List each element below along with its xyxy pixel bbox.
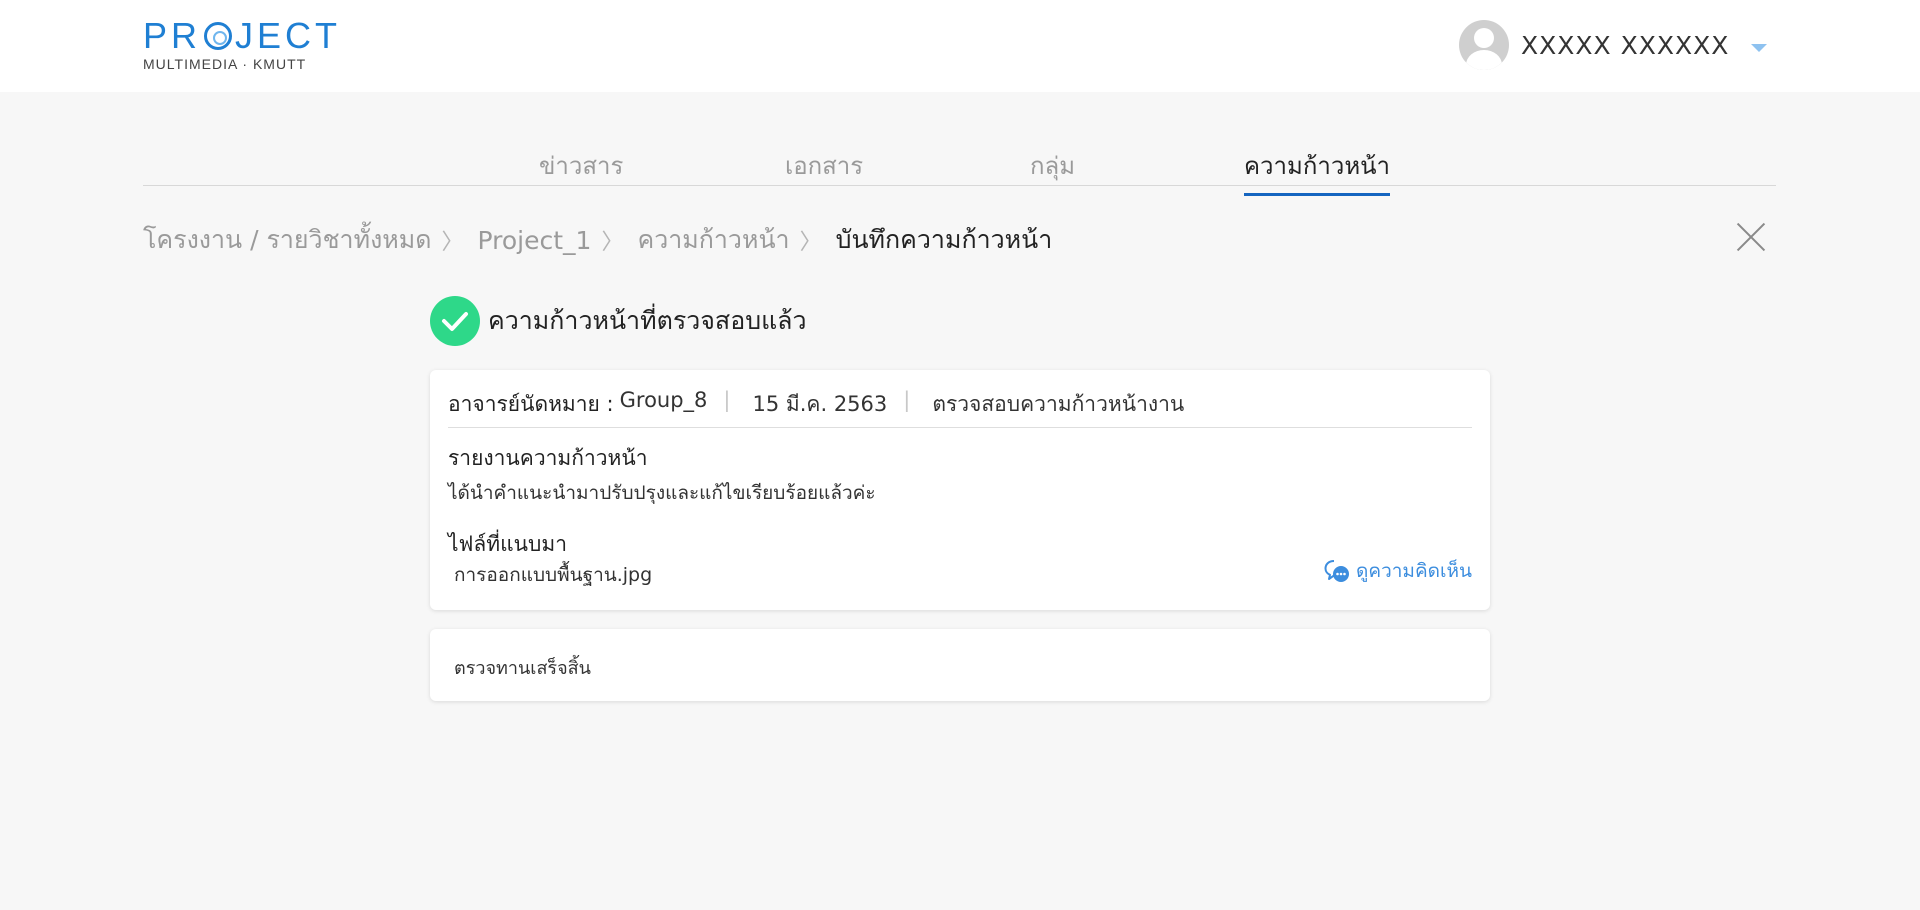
- close-icon[interactable]: [1736, 222, 1766, 252]
- breadcrumb-projects[interactable]: โครงงาน / รายวิชาทั้งหมด: [143, 220, 431, 260]
- breadcrumb-progress[interactable]: ความก้าวหน้า: [637, 220, 789, 260]
- appointment-meta: อาจารย์นัดหมาย : Group_8 | 15 มี.ค. 2563…: [448, 388, 1472, 428]
- attachments-title: ไฟล์ที่แนบมา: [448, 532, 567, 556]
- user-menu[interactable]: XXXXX XXXXXX: [1459, 20, 1768, 70]
- group-name: Group_8: [619, 388, 708, 412]
- project-logo[interactable]: PR JECT MULTIMEDIA · KMUTT: [143, 15, 342, 73]
- logo-title: PR JECT: [143, 15, 342, 56]
- progress-card: อาจารย์นัดหมาย : Group_8 | 15 มี.ค. 2563…: [430, 370, 1490, 610]
- user-name[interactable]: XXXXX XXXXXX: [1521, 31, 1729, 60]
- top-header: PR JECT MULTIMEDIA · KMUTT XXXXX XXXXXX: [0, 0, 1920, 92]
- status-text: ความก้าวหน้าที่ตรวจสอบแล้ว: [488, 306, 807, 335]
- appointment-date: 15 มี.ค. 2563: [752, 392, 888, 416]
- breadcrumb-project[interactable]: Project_1: [478, 226, 592, 255]
- logo-ring-icon: [204, 22, 233, 50]
- review-card: ตรวจทานเสร็จสิ้น: [430, 629, 1490, 701]
- chat-bubble-icon: [1324, 560, 1350, 582]
- tab-progress[interactable]: ความก้าวหน้า: [1244, 146, 1391, 196]
- breadcrumb-separator: 〉: [441, 230, 464, 255]
- tab-group[interactable]: กลุ่ม: [1030, 146, 1075, 193]
- tab-documents[interactable]: เอกสาร: [785, 146, 863, 193]
- meta-divider: |: [723, 388, 731, 412]
- advisor-label: อาจารย์นัดหมาย :: [448, 392, 614, 416]
- review-status-text: ตรวจทานเสร็จสิ้น: [454, 658, 591, 679]
- tab-news[interactable]: ข่าวสาร: [539, 146, 623, 193]
- report-text: ได้นำคำแนะนำมาปรับปรุงและแก้ไขเรียบร้อยแ…: [448, 482, 876, 504]
- breadcrumb: โครงงาน / รายวิชาทั้งหมด 〉 Project_1 〉 ค…: [143, 220, 1052, 260]
- check-icon: [430, 296, 480, 346]
- meta-divider: |: [903, 388, 911, 412]
- main-tabs: ข่าวสาร เอกสาร กลุ่ม ความก้าวหน้า: [143, 138, 1776, 196]
- breadcrumb-separator: 〉: [799, 230, 822, 255]
- view-comments-link[interactable]: ดูความคิดเห็น: [1324, 556, 1472, 586]
- breadcrumb-separator: 〉: [601, 230, 624, 255]
- report-title: รายงานความก้าวหน้า: [448, 446, 648, 470]
- attachment-file[interactable]: การออกแบบพื้นฐาน.jpg: [454, 560, 652, 590]
- chevron-down-icon[interactable]: [1751, 44, 1768, 52]
- view-comments-label[interactable]: ดูความคิดเห็น: [1356, 556, 1472, 586]
- logo-subtitle: MULTIMEDIA · KMUTT: [143, 56, 307, 72]
- avatar-icon[interactable]: [1459, 20, 1509, 70]
- appointment-topic: ตรวจสอบความก้าวหน้างาน: [932, 392, 1185, 416]
- breadcrumb-current: บันทึกความก้าวหน้า: [835, 225, 1053, 254]
- status-header: ความก้าวหน้าที่ตรวจสอบแล้ว: [430, 296, 807, 346]
